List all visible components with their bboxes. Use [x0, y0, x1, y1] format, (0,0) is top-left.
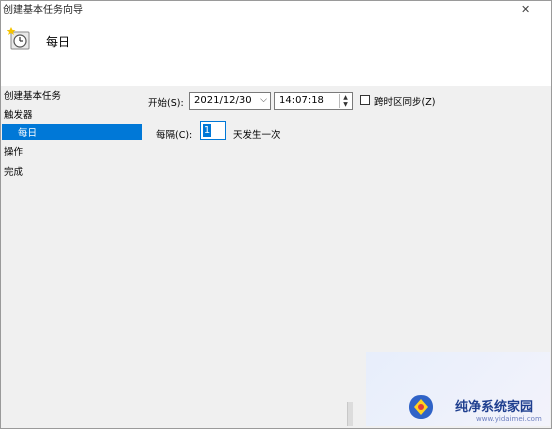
window-title: 创建基本任务向导 [3, 5, 83, 16]
watermark-logo-icon [409, 395, 433, 419]
watermark-url: www.yidaimei.com [476, 415, 542, 423]
scheduled-task-clock-icon [7, 27, 30, 50]
nav-item-daily-label: 每日 [18, 128, 38, 139]
time-spinner[interactable]: ▲ ▼ [339, 94, 351, 108]
nav-item-finish[interactable]: 完成 [4, 164, 23, 178]
chevron-down-icon[interactable]: ⌵ [260, 95, 267, 105]
sync-timezone-label: 跨时区同步(Z) [374, 97, 436, 108]
start-date-picker[interactable]: 2021/12/30 ⌵ [189, 92, 271, 110]
start-time-field[interactable]: 14:07:18 ▲ ▼ [274, 92, 353, 110]
page-title: 每日 [46, 35, 71, 49]
nav-item-create-basic-task[interactable]: 创建基本任务 [4, 88, 61, 102]
recur-suffix: 天发生一次 [233, 130, 281, 141]
spin-up-icon[interactable]: ▲ [340, 94, 351, 101]
start-label: 开始(S): [148, 98, 184, 109]
close-icon[interactable]: ✕ [521, 3, 530, 16]
recur-days-value: 1 [203, 124, 211, 137]
start-date-value: 2021/12/30 [194, 95, 252, 106]
scrollbar-edge [347, 402, 353, 426]
start-time-value: 14:07:18 [279, 95, 324, 106]
nav-item-trigger[interactable]: 触发器 [4, 107, 33, 121]
nav-item-daily[interactable]: 每日 [2, 124, 142, 140]
spin-down-icon[interactable]: ▼ [340, 101, 351, 108]
recur-label: 每隔(C): [156, 130, 193, 141]
watermark-text: 纯净系统家园 [455, 400, 534, 415]
watermark: 纯净系统家园 www.yidaimei.com [366, 352, 550, 426]
nav-item-action[interactable]: 操作 [4, 144, 23, 158]
sync-timezone-checkbox[interactable] [360, 95, 370, 105]
recur-days-input[interactable]: 1 [200, 121, 226, 140]
